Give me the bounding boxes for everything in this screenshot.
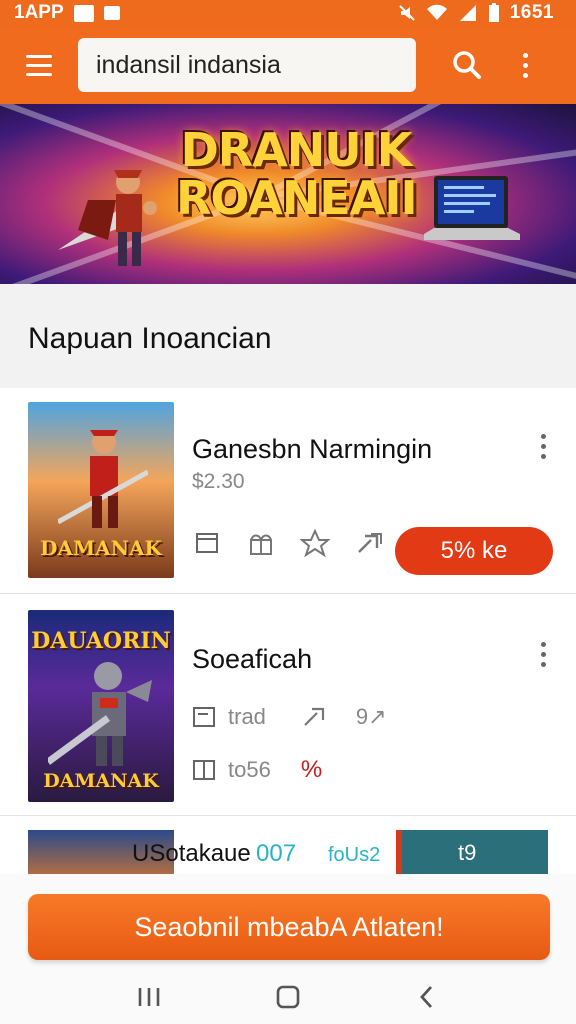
item-price: $2.30 [192, 470, 245, 493]
battery-icon [488, 3, 499, 22]
book-icon [193, 760, 215, 780]
item-side-text: t9 [458, 840, 477, 865]
star-icon[interactable] [300, 528, 330, 558]
more-vert-icon[interactable] [536, 642, 550, 672]
image-icon [73, 4, 94, 22]
gift-icon[interactable] [246, 528, 276, 558]
item-actions [192, 528, 384, 558]
meta-text: to56 [228, 757, 271, 782]
card-icon [193, 707, 215, 727]
list-item[interactable]: USotakaue 007 foUs2 t9 [0, 818, 576, 874]
section-header: Napuan Inoancian [0, 284, 576, 388]
item-title: USotakaue [132, 840, 251, 867]
section-title: Napuan Inoancian [28, 322, 272, 355]
back-icon[interactable] [407, 977, 447, 1017]
hero-illustration [58, 430, 148, 528]
signal-icon [459, 5, 476, 21]
game-thumbnail[interactable]: DAMANAK [28, 402, 174, 578]
card-icon[interactable] [192, 528, 222, 558]
share-icon[interactable] [354, 528, 384, 558]
banner-title: DRANUIK ROANEAII [176, 123, 418, 225]
menu-icon[interactable] [0, 26, 78, 104]
mute-icon [399, 5, 415, 21]
cta-button[interactable]: Seaobnil mbeabA Atlaten! [28, 894, 550, 960]
status-bar: 1APP 1651 [0, 0, 576, 26]
thumbnail-title: DAUAORIN [31, 628, 171, 654]
search-input[interactable]: indansil indansia [78, 38, 416, 92]
wifi-icon [426, 4, 447, 20]
recent-apps-icon[interactable] [129, 977, 169, 1017]
promo-banner[interactable]: DRANUIK ROANEAII [0, 104, 576, 284]
item-title: Ganesbn Narmingin [192, 434, 433, 464]
item-count: 007 [256, 840, 297, 867]
search-icon[interactable] [438, 26, 496, 104]
item-meta-row: trad 9↗ [192, 704, 387, 730]
share-icon [304, 707, 325, 726]
game-thumbnail[interactable]: DAUAORIN DAMANAK [28, 610, 174, 802]
hero-illustration [48, 662, 152, 766]
buy-button[interactable]: 5% ke [395, 527, 553, 575]
cta-area: Seaobnil mbeabA Atlaten! [0, 874, 576, 970]
app-toolbar: indansil indansia [0, 26, 576, 104]
thumbnail-subtitle: DAMANAK [43, 770, 159, 792]
home-icon[interactable] [268, 977, 308, 1017]
mail-icon [103, 6, 120, 20]
carrier-label: 1APP [14, 2, 64, 23]
thumbnail-title: DAMANAK [40, 536, 162, 560]
system-nav-bar [0, 970, 576, 1024]
hero-illustration [58, 170, 157, 266]
item-tag: foUs2 [328, 844, 381, 866]
list-item[interactable]: DAMANAK Ganesbn Narmingin $2.30 5% ke [0, 388, 576, 594]
item-meta-row: to56 % [192, 756, 322, 784]
item-side-panel: t9 [396, 830, 548, 874]
list-item[interactable]: DAUAORIN DAMANAK Soeaficah trad 9↗ to56 … [0, 594, 576, 816]
search-input-value: indansil indansia [96, 50, 281, 79]
more-vert-icon[interactable] [496, 26, 554, 104]
more-vert-icon[interactable] [536, 434, 550, 464]
discount-badge: % [300, 756, 323, 783]
laptop-illustration [424, 176, 520, 240]
item-title: Soeaficah [192, 644, 313, 674]
meta-text: trad [228, 704, 266, 729]
clock: 1651 [509, 2, 554, 23]
meta-text: 9↗ [355, 704, 387, 729]
